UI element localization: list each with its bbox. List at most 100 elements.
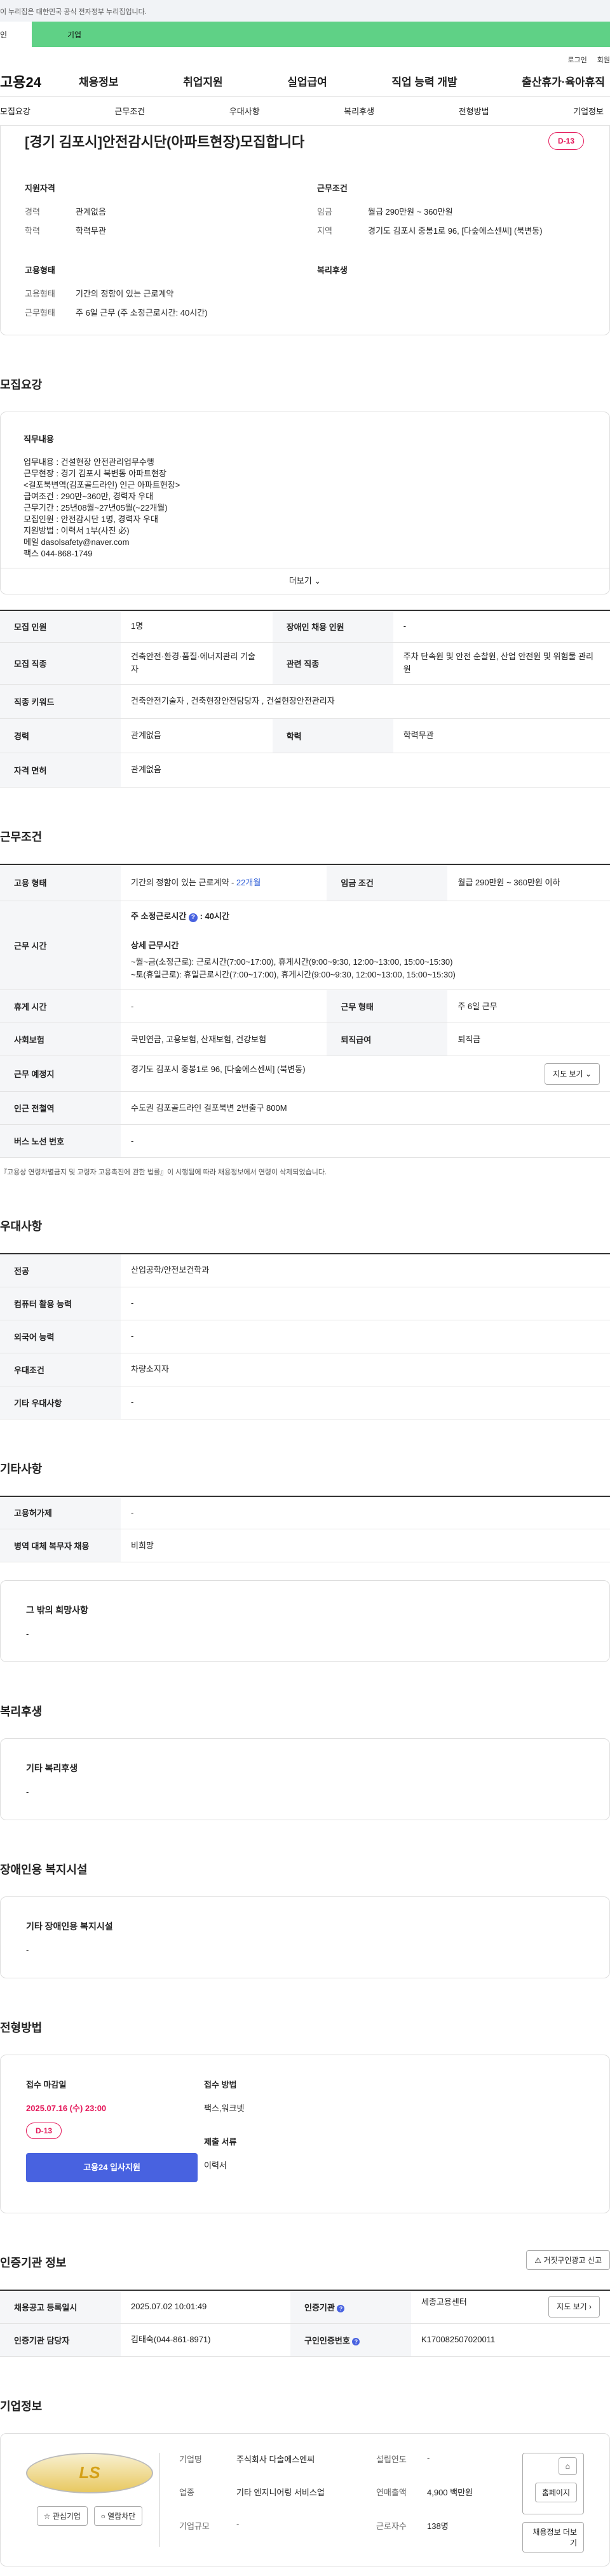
alert-icon: ⚠ xyxy=(534,2256,541,2265)
site-logo[interactable]: 고용24 xyxy=(0,71,64,91)
cell-value: 기간의 정함이 있는 근로계약 - 22개월 xyxy=(121,864,327,901)
cell-value: 주 6일 근무 xyxy=(447,989,610,1023)
report-button[interactable]: ⚠ 거짓구인광고 신고 xyxy=(526,2250,610,2270)
star-icon: ☆ xyxy=(43,2511,51,2521)
cell-value: 퇴직금 xyxy=(447,1023,610,1056)
career-label: 경력 xyxy=(25,207,40,217)
cell-label: 직종 키워드 xyxy=(0,684,121,719)
gnb-item-unemployment[interactable]: 실업급여 xyxy=(287,73,327,89)
worktype-label: 근무형태 xyxy=(25,308,55,318)
info-icon[interactable]: ? xyxy=(352,2337,360,2345)
cert-table: 채용공고 등록일시 2025.07.02 10:01:49 인증기관 ? 세종고용센터… xyxy=(0,2290,610,2357)
detail-hours-line: ~월~금(소정근로): 근로시간(7:00~17:00), 휴게시간(9:00~… xyxy=(131,956,453,967)
gnb-item-training[interactable]: 직업 능력 개발 xyxy=(391,73,457,89)
edu-label: 학력 xyxy=(25,226,40,236)
wage-label: 임금 xyxy=(317,207,332,217)
cell-label: 장애인 채용 인원 xyxy=(272,610,393,643)
section-title-recruit: 모집요강 xyxy=(0,379,43,391)
dday-badge: D-13 xyxy=(26,2123,62,2139)
cell-label: 고용허가제 xyxy=(0,1496,121,1529)
disability-box: 기타 장애인용 복지시설 - xyxy=(0,1896,610,1978)
cell-value: 주 소정근로시간 ? : 40시간 상세 근무시간 ~월~금(소정근로): 근로… xyxy=(121,901,610,990)
company-employees-label: 근로자수 xyxy=(376,2521,407,2531)
etc-box: 그 밖의 희망사항 - xyxy=(0,1580,610,1662)
hours-label: 주 소정근로시간 xyxy=(131,911,187,921)
cell-label: 학력 xyxy=(272,718,393,753)
snb-recruit[interactable]: 모집요강 xyxy=(0,105,30,117)
gnb-item-leave[interactable]: 출산휴가·육아휴직 xyxy=(522,73,605,89)
map-label: 지도 보기 xyxy=(557,2302,587,2312)
table-row: 인증기관 담당자 김태숙(044-861-8971) 구인인증번호 ? K170082… xyxy=(0,2323,610,2357)
cert-agency-label: 인증기관 xyxy=(304,2302,335,2312)
tab-company[interactable]: 기업 xyxy=(32,22,610,47)
deadline-value: 2025.07.16 (수) 23:00 xyxy=(26,2103,107,2113)
chevron-down-icon: ⌄ xyxy=(314,576,322,586)
company-info: 기업명 주식회사 다솔에스엔씨 설립연도 - 업종 기타 엔지니어링 서비스업 연매출… xyxy=(159,2452,522,2547)
homepage-button[interactable]: ⌂ 홈페이지 xyxy=(522,2452,584,2514)
table-row: 휴게 시간 - 근무 형태 주 6일 근무 xyxy=(0,989,610,1023)
cell-label: 근무 시간 xyxy=(0,901,121,990)
cell-label: 전공 xyxy=(0,1254,121,1287)
homepage-label: 홈페이지 xyxy=(534,2482,577,2502)
gnb-item-employment-support[interactable]: 취업지원 xyxy=(183,73,223,89)
more-jobs-button[interactable]: 채용정보 더보기 xyxy=(522,2521,584,2553)
login-link[interactable]: 로그인 xyxy=(567,57,586,64)
cell-label: 외국어 능력 xyxy=(0,1320,121,1353)
map-button[interactable]: 지도 보기 › xyxy=(548,2296,600,2318)
favorite-company-button[interactable]: ☆ 관심기업 xyxy=(36,2506,88,2526)
section-nav: 모집요강 근무조건 우대사항 복리후생 전형방법 기업정보 xyxy=(0,97,610,126)
cell-value: - xyxy=(121,1386,610,1419)
cell-label: 고용 형태 xyxy=(0,864,121,901)
company-logo: LS xyxy=(26,2452,153,2493)
company-sales-label: 연매출액 xyxy=(376,2488,407,2498)
gnb-item-jobs[interactable]: 채용정보 xyxy=(79,73,119,89)
period-link[interactable]: 22개월 xyxy=(236,878,261,887)
company-size-value: - xyxy=(236,2519,240,2529)
tab-personal[interactable]: 인 xyxy=(0,22,32,47)
detail-hours-label: 상세 근무시간 xyxy=(131,940,179,950)
duty-line: 지원방법 : 이력서 1부(사진 必) xyxy=(24,526,130,535)
duty-line: 팩스 044-868-1749 xyxy=(24,549,93,558)
section-title-company: 기업정보 xyxy=(0,2399,43,2413)
more-label: 더보기 xyxy=(288,576,312,586)
info-icon[interactable]: ? xyxy=(188,913,198,922)
cell-value: 월급 290만원 ~ 360만원 이하 xyxy=(447,864,610,901)
hours-value: 40시간 xyxy=(205,911,229,921)
area-label: 지역 xyxy=(317,226,332,236)
block-company-button[interactable]: ○ 열람차단 xyxy=(93,2506,143,2526)
company-year-value: - xyxy=(427,2452,430,2462)
cell-label: 임금 조건 xyxy=(327,864,448,901)
info-icon[interactable]: ? xyxy=(337,2304,345,2312)
table-row: 근무 예정지 경기도 김포시 중봉1로 96, [다숲에스센씨] (북변동) 지도 … xyxy=(0,1056,610,1092)
emp-value: 기간의 정함이 있는 근로계약 xyxy=(76,289,174,299)
apply-button[interactable]: 고용24 입사지원 xyxy=(26,2153,198,2182)
cell-label: 우대조건 xyxy=(0,1353,121,1386)
more-button[interactable]: 더보기 ⌄ xyxy=(1,568,609,594)
job-title: [경기 김포시]안전감시단(아파트현장)모집합니다 xyxy=(25,134,305,150)
etc-box-title: 그 밖의 희망사항 xyxy=(26,1605,88,1615)
cell-label: 모집 인원 xyxy=(0,610,121,643)
join-link[interactable]: 회원 xyxy=(597,57,610,64)
workplace-address: 경기도 김포시 중봉1로 96, [다숲에스센씨] (북변동) xyxy=(131,1064,306,1074)
company-size-label: 기업규모 xyxy=(179,2521,210,2531)
emp-label: 고용형태 xyxy=(25,289,55,299)
snb-company[interactable]: 기업정보 xyxy=(573,105,604,117)
area-value: 경기도 김포시 중봉1로 96, [다숲에스센씨] (북변동) xyxy=(368,226,543,236)
snb-conditions[interactable]: 근무조건 xyxy=(114,105,145,117)
duty-line: 급여조건 : 290만~360만, 경력자 우대 xyxy=(24,492,154,501)
cell-label: 구인인증번호 ? xyxy=(290,2323,412,2357)
map-button[interactable]: 지도 보기 ⌄ xyxy=(545,1063,600,1085)
emp-type: 기간의 정함이 있는 근로계약 - xyxy=(131,877,236,887)
section-title-preference: 우대사항 xyxy=(0,1220,43,1233)
chevron-down-icon: ⌄ xyxy=(585,1069,592,1078)
job-summary-card: [경기 김포시]안전감시단(아파트현장)모집합니다 D-13 지원자격 경력 관계… xyxy=(0,126,610,335)
util-menu: 로그인 회원 xyxy=(0,47,610,66)
cell-value: 수도권 김포골드라인 걸포북변 2번출구 800M xyxy=(121,1091,610,1125)
welfare-box: 기타 복리후생 - xyxy=(0,1738,610,1820)
snb-preference[interactable]: 우대사항 xyxy=(229,105,260,117)
edu-value: 학력무관 xyxy=(76,226,106,236)
snb-welfare[interactable]: 복리후생 xyxy=(344,105,374,117)
cell-value: - xyxy=(121,1320,610,1353)
duty-line: <걸포북변역(김포골드라인) 인근 아파트현장> xyxy=(24,480,180,490)
snb-selection[interactable]: 전형방법 xyxy=(459,105,489,117)
